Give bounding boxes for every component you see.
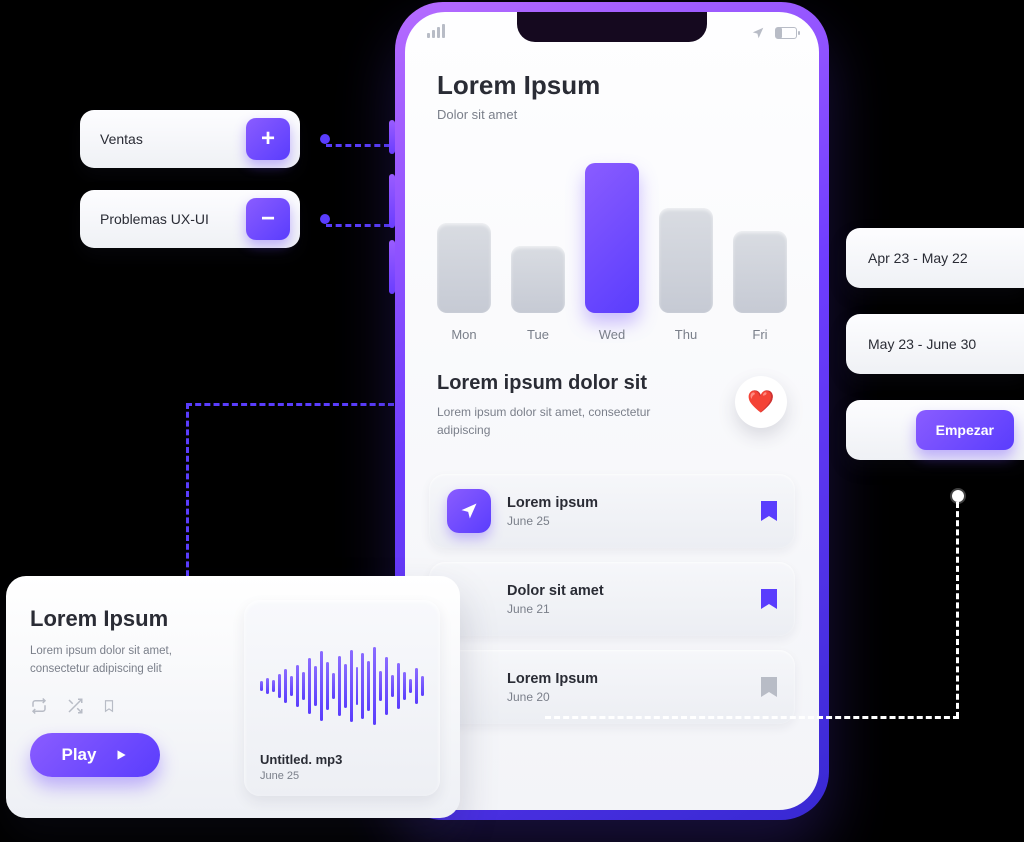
date-range-card[interactable]: May 23 - June 30 — [846, 314, 1024, 374]
item-date: June 25 — [507, 514, 745, 528]
player-card: Lorem Ipsum Lorem ipsum dolor sit amet, … — [6, 576, 460, 818]
page-header: Lorem Ipsum Dolor sit amet — [437, 70, 600, 122]
minus-icon[interactable]: − — [246, 198, 290, 240]
play-icon — [114, 747, 128, 763]
connector-dot — [320, 214, 330, 224]
bookmark-icon[interactable] — [761, 677, 777, 697]
chip-ventas[interactable]: Ventas + — [80, 110, 300, 168]
overview-section: Lorem ipsum dolor sit Lorem ipsum dolor … — [437, 372, 787, 439]
overview-title: Lorem ipsum dolor sit — [437, 372, 787, 395]
connector-dot — [320, 134, 330, 144]
connector-dot — [952, 490, 964, 502]
connector-line — [186, 403, 189, 585]
chip-label: Problemas UX-UI — [100, 211, 209, 227]
chip-label: Ventas — [100, 131, 143, 147]
battery-icon — [775, 27, 797, 39]
date-range-label: Apr 23 - May 22 — [868, 250, 968, 266]
connector-line — [956, 502, 959, 718]
waveform-card: Untitled. mp3 June 25 — [244, 600, 440, 796]
connector-line — [326, 144, 390, 147]
bookmark-icon[interactable] — [102, 697, 116, 715]
connector-line — [545, 716, 959, 719]
chart-bar[interactable]: Thu — [659, 208, 713, 342]
chart-label: Mon — [451, 327, 476, 342]
chart-label: Fri — [752, 327, 767, 342]
bookmark-icon[interactable] — [761, 589, 777, 609]
date-range-card[interactable]: Apr 23 - May 22 — [846, 228, 1024, 288]
page-title: Lorem Ipsum — [437, 70, 600, 101]
chart-label: Thu — [675, 327, 697, 342]
track-title: Untitled. mp3 — [260, 752, 424, 767]
phone-screen: Lorem Ipsum Dolor sit amet Mon Tue Wed Thu F… — [405, 12, 819, 810]
item-title: Lorem ipsum — [507, 495, 745, 511]
chart-bar[interactable]: Wed — [585, 163, 639, 342]
waveform — [260, 620, 424, 752]
chart-bar[interactable]: Fri — [733, 231, 787, 343]
signal-icon — [427, 24, 447, 42]
list-item[interactable]: Dolor sit amet June 21 — [429, 562, 795, 636]
date-range-label: May 23 - June 30 — [868, 336, 976, 352]
navigate-icon — [751, 26, 765, 40]
item-title: Lorem Ipsum — [507, 671, 745, 687]
page-subtitle: Dolor sit amet — [437, 107, 600, 122]
status-bar — [427, 24, 797, 42]
phone-frame: Lorem Ipsum Dolor sit amet Mon Tue Wed Thu F… — [395, 2, 829, 820]
cta-card: Empezar — [846, 400, 1024, 460]
plus-icon[interactable]: + — [246, 118, 290, 160]
items-list: Lorem ipsum June 25 Dolor sit amet June 21 L… — [429, 474, 795, 724]
navigate-icon — [447, 489, 491, 533]
player-body: Lorem ipsum dolor sit amet, consectetur … — [30, 642, 210, 679]
track-date: June 25 — [260, 770, 424, 782]
bookmark-icon[interactable] — [761, 501, 777, 521]
repeat-icon[interactable] — [30, 697, 48, 715]
list-item[interactable]: Lorem ipsum June 25 — [429, 474, 795, 548]
heart-icon: ❤️ — [747, 389, 774, 415]
item-date: June 21 — [507, 602, 745, 616]
connector-line — [186, 403, 394, 406]
item-date: June 20 — [507, 690, 745, 704]
chart-bar[interactable]: Mon — [437, 223, 491, 342]
connector-line — [326, 224, 390, 227]
chart-bar[interactable]: Tue — [511, 246, 565, 343]
favorite-button[interactable]: ❤️ — [735, 376, 787, 428]
play-label: Play — [62, 745, 97, 765]
shuffle-icon[interactable] — [66, 697, 84, 715]
chip-problemas[interactable]: Problemas UX-UI − — [80, 190, 300, 248]
list-item[interactable]: Lorem Ipsum June 20 — [429, 650, 795, 724]
item-title: Dolor sit amet — [507, 583, 745, 599]
chart-label: Wed — [599, 327, 626, 342]
overview-body: Lorem ipsum dolor sit amet, consectetur … — [437, 403, 687, 439]
chart-label: Tue — [527, 327, 549, 342]
play-button[interactable]: Play — [30, 733, 160, 777]
start-button[interactable]: Empezar — [916, 410, 1014, 450]
weekly-bar-chart: Mon Tue Wed Thu Fri — [433, 152, 791, 342]
